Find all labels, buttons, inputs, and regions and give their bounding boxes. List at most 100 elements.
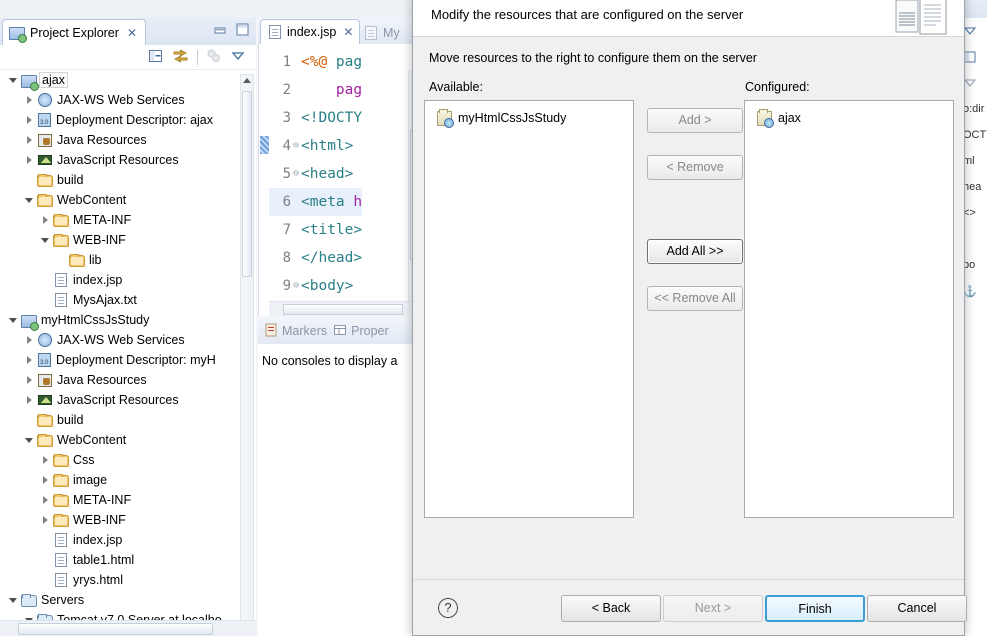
chevron-right-icon[interactable] xyxy=(24,395,35,406)
code-line[interactable]: 9 ⊖ <body> xyxy=(269,272,362,300)
code-line[interactable]: 5 ⊖ <head> xyxy=(269,160,362,188)
back-button[interactable]: < Back xyxy=(561,595,661,622)
add-all-button[interactable]: Add All >> xyxy=(647,239,743,264)
hscrollbar-thumb[interactable] xyxy=(283,304,403,315)
maximize-icon[interactable] xyxy=(235,23,250,37)
tree-item[interactable]: Css xyxy=(0,450,256,470)
editor-horizontal-scrollbar[interactable] xyxy=(269,301,415,316)
source-code[interactable]: 1 <%@ pag 2 pag 3 <!DOCTY 4 ⊖ <html> 5 ⊖ <head> 6 <m… xyxy=(269,48,363,300)
scrollbar-thumb[interactable] xyxy=(242,91,252,277)
tree-item[interactable]: JavaScript Resources xyxy=(0,390,256,410)
minimize-icon[interactable] xyxy=(213,23,228,37)
tree-item[interactable]: Deployment Descriptor: ajax xyxy=(0,110,256,130)
chevron-right-icon[interactable] xyxy=(40,515,51,526)
code-line[interactable]: 2 pag xyxy=(269,76,363,104)
tree-item[interactable]: image xyxy=(0,470,256,490)
folder-icon xyxy=(53,514,69,527)
file-icon xyxy=(55,533,67,547)
chevron-right-icon[interactable] xyxy=(24,95,35,106)
finish-button[interactable]: Finish xyxy=(765,595,865,622)
tab-project-explorer[interactable]: Project Explorer ✕ xyxy=(2,19,146,45)
project-tree-horizontal-scrollbar[interactable] xyxy=(0,620,256,636)
tree-item[interactable]: WebContent xyxy=(0,190,256,210)
close-icon[interactable]: ✕ xyxy=(127,26,137,40)
chevron-right-icon[interactable] xyxy=(24,335,35,346)
folder-icon xyxy=(37,174,53,187)
tree-item[interactable]: Servers xyxy=(0,590,256,610)
chevron-right-icon[interactable] xyxy=(40,475,51,486)
tree-item[interactable]: index.jsp xyxy=(0,530,256,550)
view-menu-icon[interactable] xyxy=(230,48,246,67)
tree-item[interactable]: table1.html xyxy=(0,550,256,570)
tree-item[interactable]: yrys.html xyxy=(0,570,256,590)
project-tree[interactable]: ajax JAX-WS Web Services Deployment Descri… xyxy=(0,70,256,636)
annotation-marker[interactable] xyxy=(260,136,269,154)
code-line[interactable]: 1 <%@ pag xyxy=(269,48,363,76)
editor-tab-inactive[interactable]: My xyxy=(358,21,405,44)
tree-item[interactable]: Deployment Descriptor: myH xyxy=(0,350,256,370)
tab-properties[interactable]: Proper xyxy=(333,323,389,340)
tree-item[interactable]: JAX-WS Web Services xyxy=(0,330,256,350)
editor-annotation-ruler[interactable] xyxy=(259,44,269,316)
chevron-down-icon[interactable] xyxy=(8,75,19,86)
collapse-all-icon[interactable] xyxy=(148,48,164,67)
filter-icon[interactable] xyxy=(206,48,222,67)
tree-item[interactable]: WebContent xyxy=(0,430,256,450)
hscrollbar-thumb[interactable] xyxy=(18,623,213,635)
code-line[interactable]: 3 <!DOCTY xyxy=(269,104,363,132)
tree-item[interactable]: JavaScript Resources xyxy=(0,150,256,170)
editor-text-area[interactable]: 1 <%@ pag 2 pag 3 <!DOCTY 4 ⊖ <html> 5 ⊖ <head> 6 <m… xyxy=(258,44,418,328)
tree-item[interactable]: lib xyxy=(0,250,256,270)
tree-item[interactable]: MysAjax.txt xyxy=(0,290,256,310)
list-item-label: myHtmlCssJsStudy xyxy=(458,111,567,125)
tree-item-label: META-INF xyxy=(73,213,132,227)
project-icon xyxy=(437,108,454,128)
available-list[interactable]: myHtmlCssJsStudy xyxy=(424,100,634,518)
scroll-up-icon[interactable] xyxy=(243,78,251,83)
next-button: Next > xyxy=(663,595,763,622)
chevron-right-icon[interactable] xyxy=(40,495,51,506)
chevron-right-icon[interactable] xyxy=(24,375,35,386)
help-icon[interactable]: ? xyxy=(438,598,458,618)
list-item[interactable]: myHtmlCssJsStudy xyxy=(425,107,633,129)
chevron-down-icon[interactable] xyxy=(40,235,51,246)
chevron-right-icon[interactable] xyxy=(24,355,35,366)
view-window-buttons xyxy=(213,23,250,37)
tree-item[interactable]: WEB-INF xyxy=(0,510,256,530)
editor-tab-index-jsp[interactable]: index.jsp ✕ xyxy=(260,19,361,44)
list-item[interactable]: ajax xyxy=(745,107,953,129)
tree-item[interactable]: WEB-INF xyxy=(0,230,256,250)
tree-item[interactable]: JAX-WS Web Services xyxy=(0,90,256,110)
link-with-editor-icon[interactable] xyxy=(172,48,189,67)
code-line[interactable]: 8 </head> xyxy=(269,244,363,272)
chevron-right-icon[interactable] xyxy=(40,215,51,226)
cancel-button[interactable]: Cancel xyxy=(867,595,967,622)
tree-item[interactable]: build xyxy=(0,410,256,430)
code-line[interactable]: 4 ⊖ <html> xyxy=(269,132,362,160)
tree-item[interactable]: myHtmlCssJsStudy xyxy=(0,310,256,331)
code-line[interactable]: 6 <meta h xyxy=(269,188,363,216)
configured-list[interactable]: ajax xyxy=(744,100,954,518)
chevron-down-icon[interactable] xyxy=(24,195,35,206)
tree-item[interactable]: build xyxy=(0,170,256,190)
tree-item[interactable]: index.jsp xyxy=(0,270,256,290)
tree-item[interactable]: META-INF xyxy=(0,210,256,230)
chevron-right-icon[interactable] xyxy=(24,115,35,126)
code-line[interactable]: 7 <title> xyxy=(269,216,363,244)
chevron-right-icon[interactable] xyxy=(40,455,51,466)
fold-toggle-icon[interactable]: ⊖ xyxy=(291,272,301,300)
fold-toggle-icon[interactable]: ⊖ xyxy=(291,160,301,188)
tree-item[interactable]: ajax xyxy=(0,70,256,91)
fold-toggle-icon[interactable]: ⊖ xyxy=(291,132,301,160)
chevron-down-icon[interactable] xyxy=(8,595,19,606)
chevron-down-icon[interactable] xyxy=(8,315,19,326)
tree-item[interactable]: META-INF xyxy=(0,490,256,510)
chevron-down-icon[interactable] xyxy=(24,435,35,446)
tab-markers[interactable]: Markers xyxy=(264,323,327,340)
close-icon[interactable]: ✕ xyxy=(343,25,353,39)
tree-item[interactable]: Java Resources xyxy=(0,370,256,390)
chevron-right-icon[interactable] xyxy=(24,155,35,166)
tree-item[interactable]: Java Resources xyxy=(0,130,256,150)
chevron-right-icon[interactable] xyxy=(24,135,35,146)
project-tree-vertical-scrollbar[interactable] xyxy=(240,74,254,630)
